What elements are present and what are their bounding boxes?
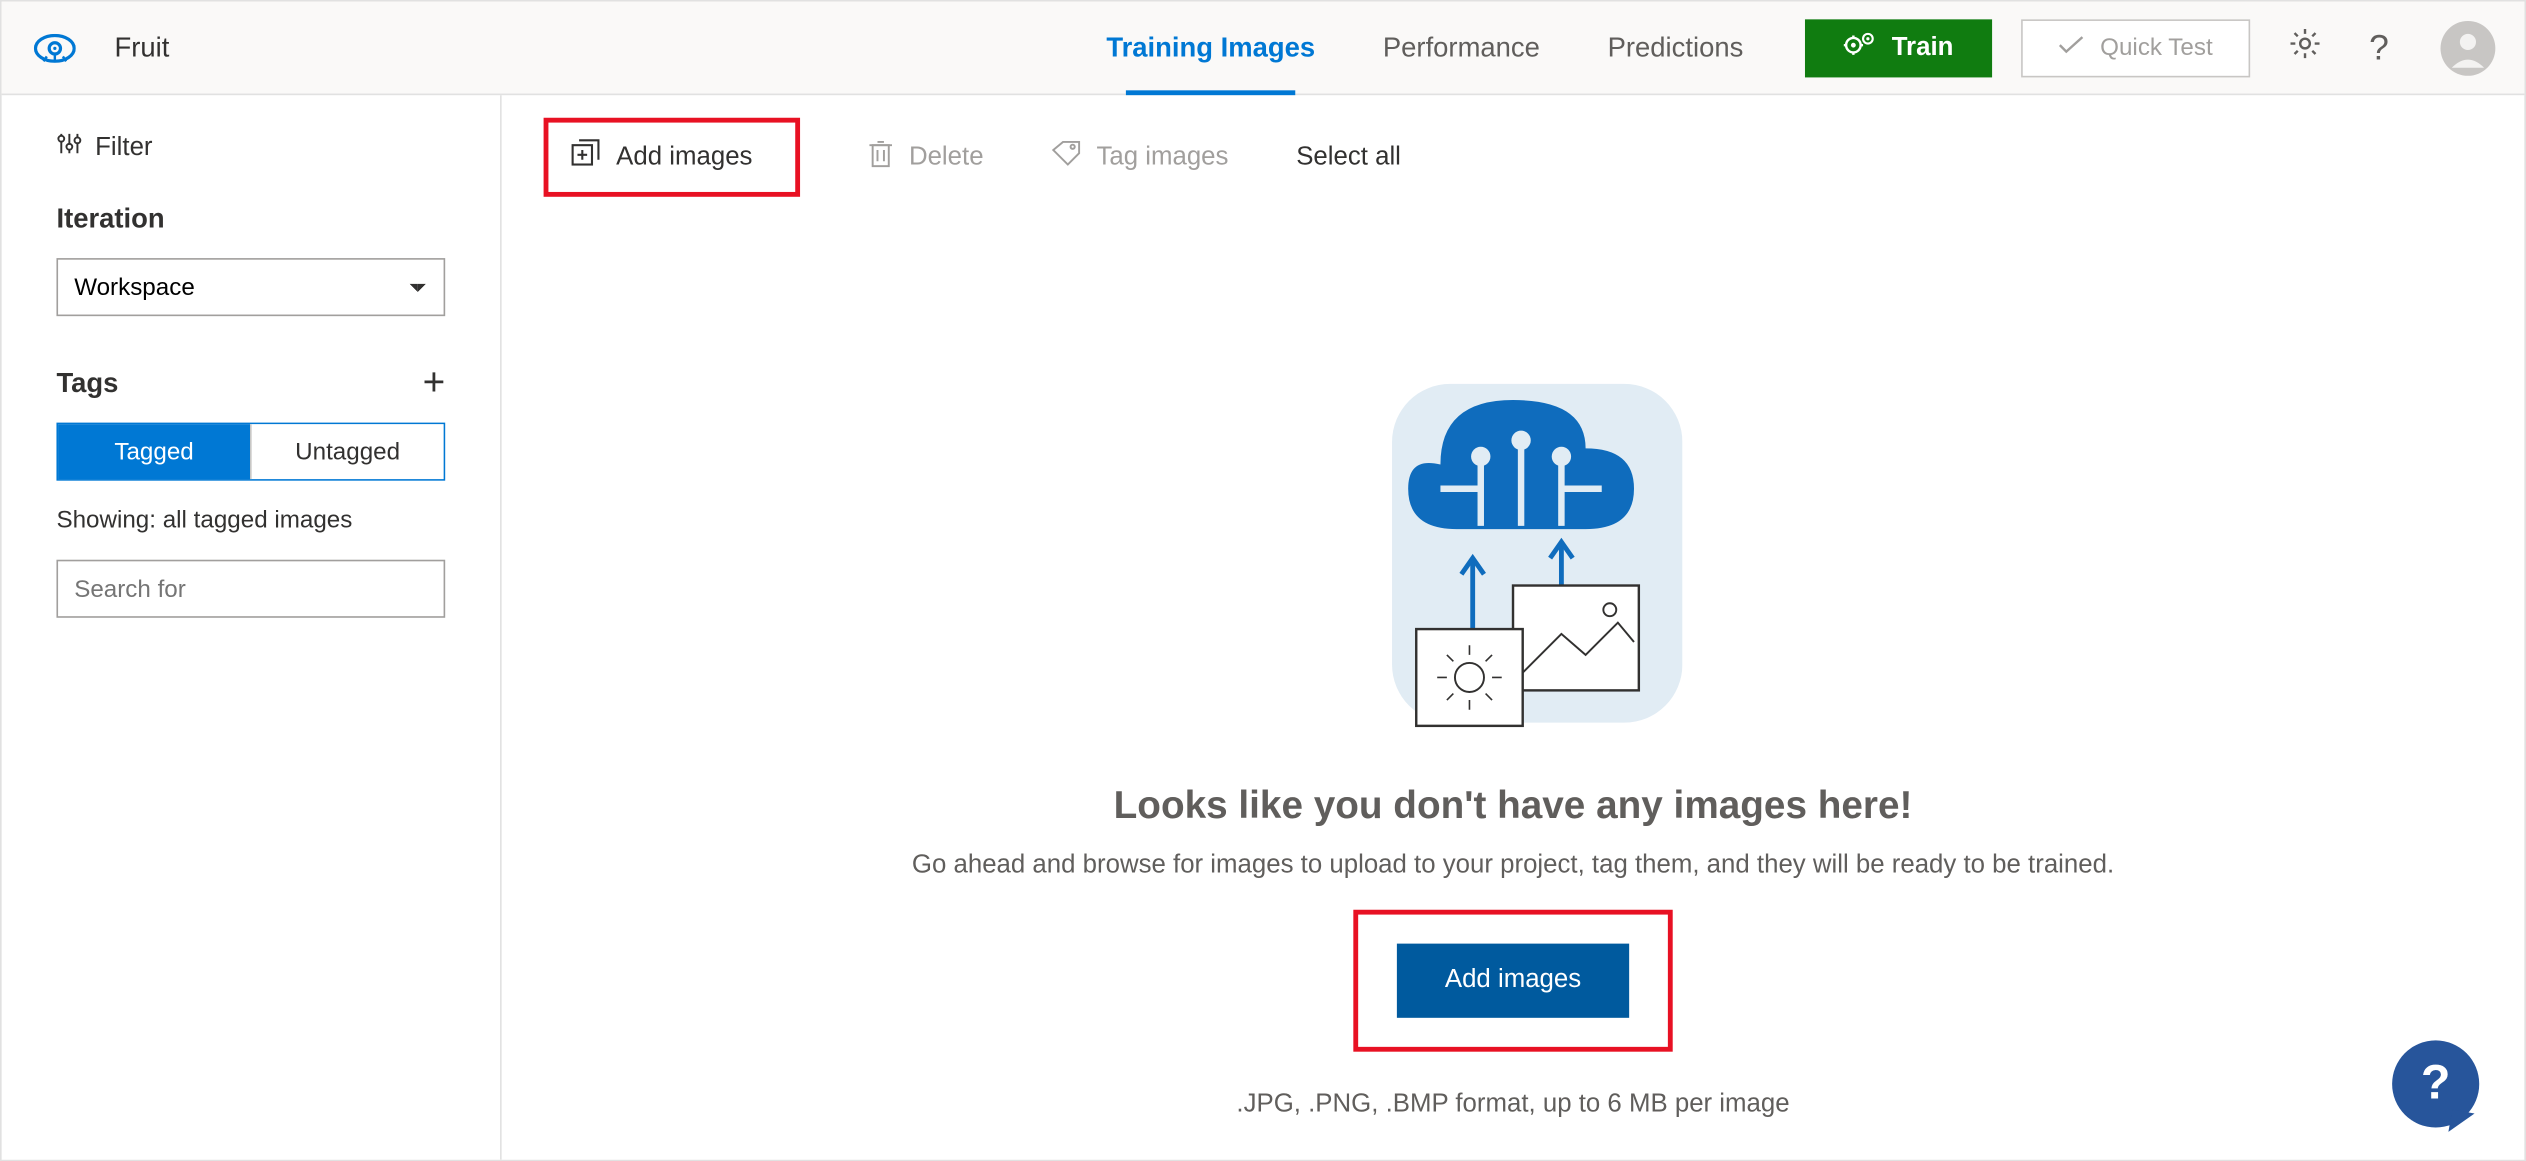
- tag-search-input[interactable]: [56, 560, 445, 618]
- help-icon[interactable]: ?: [2359, 17, 2398, 78]
- toolbar: Add images Delete Tag images Select all: [502, 95, 2525, 219]
- empty-state: Looks like you don't have any images her…: [502, 219, 2525, 1159]
- question-icon: ?: [2421, 1057, 2451, 1112]
- body: Filter Iteration Workspace Tags + Tagged…: [2, 95, 2525, 1160]
- nav-tabs: Training Images Performance Predictions: [1106, 2, 1743, 94]
- custom-vision-logo-icon: [34, 33, 76, 62]
- quick-test-button[interactable]: Quick Test: [2021, 19, 2250, 77]
- tag-filter-toggle: Tagged Untagged: [56, 423, 445, 481]
- add-tag-icon[interactable]: +: [423, 365, 446, 404]
- format-hint: .JPG, .PNG, .BMP format, up to 6 MB per …: [1236, 1090, 1789, 1119]
- iteration-label: Iteration: [56, 203, 445, 235]
- header-actions: Train Quick Test ?: [1805, 17, 2496, 78]
- main-area: Add images Delete Tag images Select all: [502, 95, 2525, 1160]
- add-images-primary-button[interactable]: Add images: [1396, 944, 1629, 1018]
- check-icon: [2058, 34, 2084, 61]
- empty-title: Looks like you don't have any images her…: [1114, 784, 1913, 829]
- settings-icon[interactable]: [2279, 18, 2331, 78]
- delete-button: Delete: [867, 139, 984, 176]
- showing-text: Showing: all tagged images: [56, 506, 445, 533]
- tag-images-button: Tag images: [1051, 140, 1228, 174]
- add-images-highlight: Add images: [544, 118, 800, 197]
- header-bar: Fruit Training Images Performance Predic…: [2, 2, 2525, 96]
- select-all-button[interactable]: Select all: [1296, 143, 1401, 172]
- tags-label: Tags: [56, 368, 118, 400]
- add-images-button-highlight: Add images: [1353, 910, 1673, 1052]
- filter-header: Filter: [56, 131, 445, 165]
- tag-icon: [1051, 140, 1080, 174]
- tab-training-images[interactable]: Training Images: [1106, 2, 1315, 94]
- trash-icon: [867, 139, 893, 176]
- filter-label: Filter: [95, 133, 152, 162]
- gears-icon: [1843, 31, 1875, 65]
- project-name: Fruit: [115, 31, 170, 63]
- untagged-toggle[interactable]: Untagged: [250, 424, 444, 479]
- empty-illustration-icon: [1344, 368, 1683, 739]
- add-images-button[interactable]: Add images: [616, 143, 752, 172]
- empty-subtitle: Go ahead and browse for images to upload…: [912, 852, 2114, 881]
- sidebar: Filter Iteration Workspace Tags + Tagged…: [2, 95, 502, 1160]
- app-window: Fruit Training Images Performance Predic…: [0, 0, 2526, 1161]
- iteration-select[interactable]: Workspace: [56, 258, 445, 316]
- user-avatar[interactable]: [2441, 20, 2496, 75]
- tagged-toggle[interactable]: Tagged: [58, 424, 250, 479]
- tab-predictions[interactable]: Predictions: [1608, 2, 1744, 94]
- train-button[interactable]: Train: [1805, 19, 1992, 77]
- add-images-icon: [571, 139, 600, 176]
- help-fab[interactable]: ?: [2392, 1040, 2479, 1127]
- filter-icon: [56, 131, 82, 165]
- tab-performance[interactable]: Performance: [1383, 2, 1540, 94]
